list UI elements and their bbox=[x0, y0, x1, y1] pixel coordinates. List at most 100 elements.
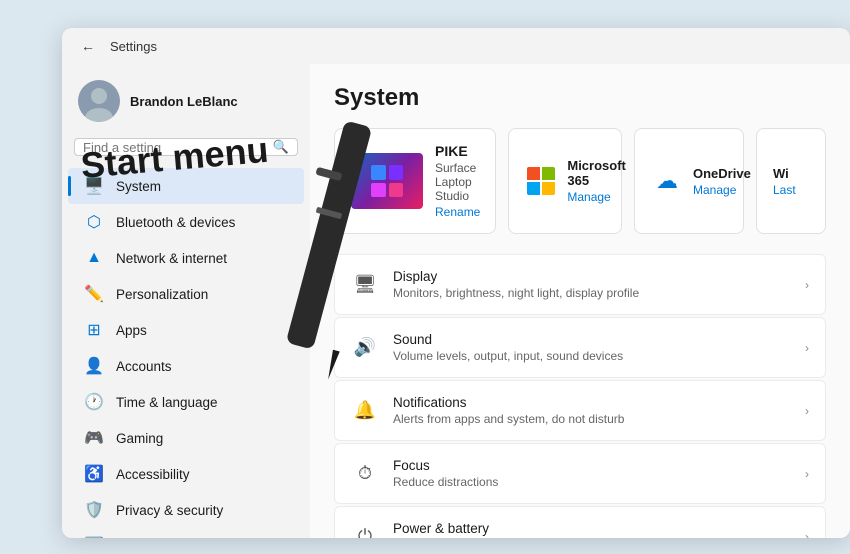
onedrive-action[interactable]: Manage bbox=[693, 183, 751, 197]
power-icon: ⏻ bbox=[351, 523, 379, 539]
display-chevron: › bbox=[805, 278, 809, 292]
device-model: Surface Laptop Studio bbox=[435, 161, 480, 203]
wifi-name: Wi bbox=[773, 166, 796, 181]
sidebar-item-accessibility[interactable]: ♿ Accessibility bbox=[68, 456, 304, 492]
settings-item-display[interactable]: 🖥 Display Monitors, brightness, night li… bbox=[334, 254, 826, 315]
settings-item-power[interactable]: ⏻ Power & battery Sleep, battery usage, … bbox=[334, 506, 826, 538]
ms365-q4 bbox=[542, 182, 555, 195]
display-title: Display bbox=[393, 269, 791, 284]
wifi-card[interactable]: Wi Last bbox=[756, 128, 826, 234]
accessibility-icon: ♿ bbox=[84, 464, 104, 484]
window-title: Settings bbox=[110, 39, 157, 54]
user-profile[interactable]: Brandon LeBlanc bbox=[62, 72, 310, 134]
sidebar-item-apps-label: Apps bbox=[116, 323, 147, 338]
ms365-name: Microsoft 365 bbox=[567, 158, 626, 188]
device-thumbnail bbox=[351, 153, 423, 209]
settings-window: ← Settings Brandon LeBlanc 🔍 bbox=[62, 28, 850, 538]
sidebar-item-privacy[interactable]: 🛡️ Privacy & security bbox=[68, 492, 304, 528]
system-icon: 🖥️ bbox=[84, 176, 104, 196]
focus-subtitle: Reduce distractions bbox=[393, 475, 791, 489]
wifi-info: Wi Last bbox=[773, 166, 796, 197]
ms365-q2 bbox=[542, 167, 555, 180]
power-text: Power & battery Sleep, battery usage, ba… bbox=[393, 521, 791, 538]
display-subtitle: Monitors, brightness, night light, displ… bbox=[393, 286, 791, 300]
sidebar-item-bluetooth-label: Bluetooth & devices bbox=[116, 215, 235, 230]
sidebar-item-time-label: Time & language bbox=[116, 395, 218, 410]
focus-chevron: › bbox=[805, 467, 809, 481]
settings-item-notifications[interactable]: 🔔 Notifications Alerts from apps and sys… bbox=[334, 380, 826, 441]
main-content: Brandon LeBlanc 🔍 🖥️ System ⬡ Bluetooth … bbox=[62, 64, 850, 538]
ms365-icon bbox=[525, 165, 557, 197]
sound-text: Sound Volume levels, output, input, soun… bbox=[393, 332, 791, 363]
settings-item-focus[interactable]: ⏱ Focus Reduce distractions › bbox=[334, 443, 826, 504]
ms365-q3 bbox=[527, 182, 540, 195]
avatar bbox=[78, 80, 120, 122]
notifications-chevron: › bbox=[805, 404, 809, 418]
sound-subtitle: Volume levels, output, input, sound devi… bbox=[393, 349, 791, 363]
bluetooth-icon: ⬡ bbox=[84, 212, 104, 232]
onedrive-icon-container: ☁ bbox=[651, 165, 683, 197]
ms365-action[interactable]: Manage bbox=[567, 190, 626, 204]
display-text: Display Monitors, brightness, night ligh… bbox=[393, 269, 791, 300]
focus-title: Focus bbox=[393, 458, 791, 473]
sidebar-item-network-label: Network & internet bbox=[116, 251, 227, 266]
device-card[interactable]: PIKE Surface Laptop Studio Rename bbox=[334, 128, 496, 234]
sound-icon: 🔊 bbox=[351, 334, 379, 362]
time-icon: 🕐 bbox=[84, 392, 104, 412]
sidebar-item-accounts[interactable]: 👤 Accounts bbox=[68, 348, 304, 384]
notifications-text: Notifications Alerts from apps and syste… bbox=[393, 395, 791, 426]
sidebar-item-bluetooth[interactable]: ⬡ Bluetooth & devices bbox=[68, 204, 304, 240]
win-quad-3 bbox=[371, 183, 386, 198]
nav-item-system-wrapper: 🖥️ System bbox=[62, 168, 310, 204]
sidebar-item-windows-update[interactable]: 🔄 Windows Update bbox=[68, 528, 304, 538]
windows-logo bbox=[371, 165, 403, 197]
sidebar-item-system-label: System bbox=[116, 179, 161, 194]
device-rename-link[interactable]: Rename bbox=[435, 205, 480, 219]
sidebar-item-gaming[interactable]: 🎮 Gaming bbox=[68, 420, 304, 456]
focus-text: Focus Reduce distractions bbox=[393, 458, 791, 489]
device-name: PIKE bbox=[435, 143, 480, 159]
onedrive-card[interactable]: ☁ OneDrive Manage bbox=[634, 128, 744, 234]
notifications-icon: 🔔 bbox=[351, 397, 379, 425]
active-indicator bbox=[68, 176, 71, 196]
search-icon: 🔍 bbox=[273, 139, 289, 155]
win-quad-2 bbox=[389, 165, 404, 180]
sound-title: Sound bbox=[393, 332, 791, 347]
sidebar-item-accounts-label: Accounts bbox=[116, 359, 172, 374]
onedrive-info: OneDrive Manage bbox=[693, 166, 751, 197]
user-name: Brandon LeBlanc bbox=[130, 94, 238, 109]
settings-item-sound[interactable]: 🔊 Sound Volume levels, output, input, so… bbox=[334, 317, 826, 378]
notifications-title: Notifications bbox=[393, 395, 791, 410]
sidebar-item-network[interactable]: ▲ Network & internet bbox=[68, 240, 304, 276]
sidebar-item-personalization[interactable]: ✏️ Personalization bbox=[68, 276, 304, 312]
device-cards: PIKE Surface Laptop Studio Rename bbox=[334, 128, 826, 234]
sidebar-item-personalization-label: Personalization bbox=[116, 287, 208, 302]
sidebar-item-gaming-label: Gaming bbox=[116, 431, 163, 446]
search-input[interactable] bbox=[83, 140, 267, 155]
sidebar-item-accessibility-label: Accessibility bbox=[116, 467, 190, 482]
sound-chevron: › bbox=[805, 341, 809, 355]
network-icon: ▲ bbox=[84, 248, 104, 268]
back-button[interactable]: ← bbox=[74, 32, 102, 60]
ms365-q1 bbox=[527, 167, 540, 180]
content-area: System PIKE Surface Lapt bbox=[310, 64, 850, 538]
notifications-subtitle: Alerts from apps and system, do not dist… bbox=[393, 412, 791, 426]
sidebar-item-time[interactable]: 🕐 Time & language bbox=[68, 384, 304, 420]
settings-list: 🖥 Display Monitors, brightness, night li… bbox=[334, 254, 826, 538]
privacy-icon: 🛡️ bbox=[84, 500, 104, 520]
ms365-card[interactable]: Microsoft 365 Manage bbox=[508, 128, 622, 234]
onedrive-icon: ☁ bbox=[656, 168, 678, 194]
search-box[interactable]: 🔍 bbox=[74, 138, 298, 156]
sidebar-item-system[interactable]: 🖥️ System bbox=[68, 168, 304, 204]
personalization-icon: ✏️ bbox=[84, 284, 104, 304]
win-quad-4 bbox=[389, 183, 404, 198]
sidebar-item-apps[interactable]: ⊞ Apps bbox=[68, 312, 304, 348]
ms365-info: Microsoft 365 Manage bbox=[567, 158, 626, 204]
onedrive-name: OneDrive bbox=[693, 166, 751, 181]
apps-icon: ⊞ bbox=[84, 320, 104, 340]
device-info: PIKE Surface Laptop Studio Rename bbox=[435, 143, 480, 219]
accounts-icon: 👤 bbox=[84, 356, 104, 376]
win-quad-1 bbox=[371, 165, 386, 180]
windows-update-icon: 🔄 bbox=[84, 536, 104, 538]
wifi-action[interactable]: Last bbox=[773, 183, 796, 197]
